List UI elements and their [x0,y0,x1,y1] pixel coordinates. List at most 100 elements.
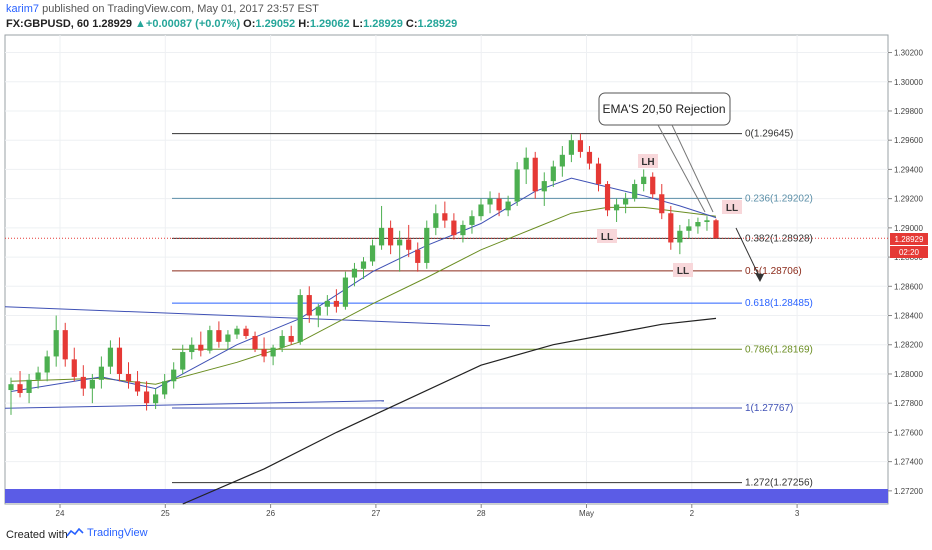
change-arrow-icon: ▲ [135,18,146,30]
tradingview-brand[interactable]: TradingView [87,527,148,539]
ll-label-2: LL [726,203,738,214]
chart-header: karim7 published on TradingView.com, May… [0,0,932,34]
publish-text: published on TradingView.com, May 01, 20… [42,3,319,15]
candle-body [243,328,249,336]
candle-body [180,352,186,370]
candle-body [71,359,77,377]
candle-body [261,349,267,357]
lh-label: LH [641,157,654,168]
candle-body [89,379,95,389]
close-label: C: [405,18,418,30]
symbol-label[interactable]: FX:GBPUSD, 60 [6,18,89,30]
last-price: 1.28929 [92,18,132,30]
candle-body [198,344,204,351]
candle-body [378,227,385,246]
candle-body [270,347,276,357]
author-link[interactable]: karim7 [6,3,39,15]
x-tick-label: 27 [371,509,380,518]
y-tick-label: 1.27600 [894,428,923,437]
candle-body [26,379,32,393]
candle-body [406,239,412,250]
candle-body [162,381,168,395]
candle-body [306,295,312,316]
candle-body [53,330,59,357]
y-tick-label: 1.29200 [894,195,923,204]
candle-body [704,220,710,223]
candle-body [62,330,68,360]
y-tick-label: 1.29400 [894,165,923,174]
candle-body [415,249,421,263]
countdown-text: 02:20 [899,248,920,257]
y-tick-label: 1.28200 [894,341,923,350]
candle-body [541,181,547,192]
candle-body [514,169,520,202]
ll-label-1: LL [601,232,613,243]
candle-body [153,394,159,404]
candle-body [324,300,330,307]
y-tick-label: 1.28600 [894,282,923,291]
candle-body [388,227,394,246]
candle-body [460,224,466,236]
price-badge: 1.28929 02:20 [890,233,928,258]
footer: Created with TradingView [0,520,932,550]
highlight-band [5,489,888,503]
candle-body [505,201,511,211]
y-tick-label: 1.28400 [894,312,923,321]
candle-body [297,295,303,342]
candle-body [496,198,502,211]
candle-body [116,347,123,374]
candle-body [487,198,493,205]
candle-body [632,184,638,199]
fib-level-label: 0(1.29645) [745,129,793,140]
x-tick-label: May [579,509,594,518]
candle-body [586,151,593,164]
low-label: L: [352,18,364,30]
fib-level-label: 1(1.27767) [745,403,793,414]
candle-body [550,166,556,182]
candle-body [604,184,611,211]
high-label: H: [298,18,310,30]
x-tick-label: 3 [795,509,800,518]
price-chart[interactable]: 0(1.29645) 0.236(1.29202) 0.382(1.28928) 0.… [0,34,932,520]
callout-text: EMA'S 20,50 Rejection [602,102,725,116]
candle-body [650,176,656,195]
x-tick-label: 24 [56,509,65,518]
candle-body [532,157,538,192]
y-tick-label: 1.29800 [894,107,923,116]
candle-body [342,277,349,307]
x-tick-label: 25 [161,509,170,518]
candle-body [442,213,448,221]
last-price-badge-text: 1.28929 [895,235,924,244]
open-label: O: [243,18,256,30]
candle-body [35,372,41,380]
candle-body [397,239,403,246]
fib-level-label: 0.382(1.28928) [745,233,813,244]
candle-body [659,194,665,214]
price-change: +0.00087 (+0.07%) [145,18,241,30]
time-axis[interactable]: 24 25 26 27 28 May 2 3 [56,504,800,518]
candle-body [107,347,114,367]
fib-level-label: 0.786(1.28169) [745,344,813,355]
y-tick-label: 1.30000 [894,78,923,87]
candle-body [577,140,584,152]
x-tick-label: 26 [266,509,275,518]
candle-body [143,391,150,404]
fib-level-label: 1.272(1.27256) [745,478,813,489]
y-tick-label: 1.29000 [894,224,923,233]
y-tick-label: 1.27800 [894,399,923,408]
candle-body [171,369,177,382]
candle-body [216,330,222,342]
candle-body [225,334,231,342]
ll-label-3: LL [677,266,689,277]
y-tick-label: 1.29600 [894,136,923,145]
candle-body [134,381,141,392]
candle-body [125,373,132,382]
fib-level-label: 0.236(1.29202) [745,193,813,204]
candle-body [424,227,430,263]
created-with-text: Created with [6,529,68,541]
candle-body [478,204,484,217]
tradingview-logo-icon [66,528,84,537]
candle-body [17,384,23,393]
y-tick-label: 1.28000 [894,370,923,379]
price-axis[interactable]: 1.30200 1.30000 1.29800 1.29600 1.29400 1.292… [888,49,923,496]
